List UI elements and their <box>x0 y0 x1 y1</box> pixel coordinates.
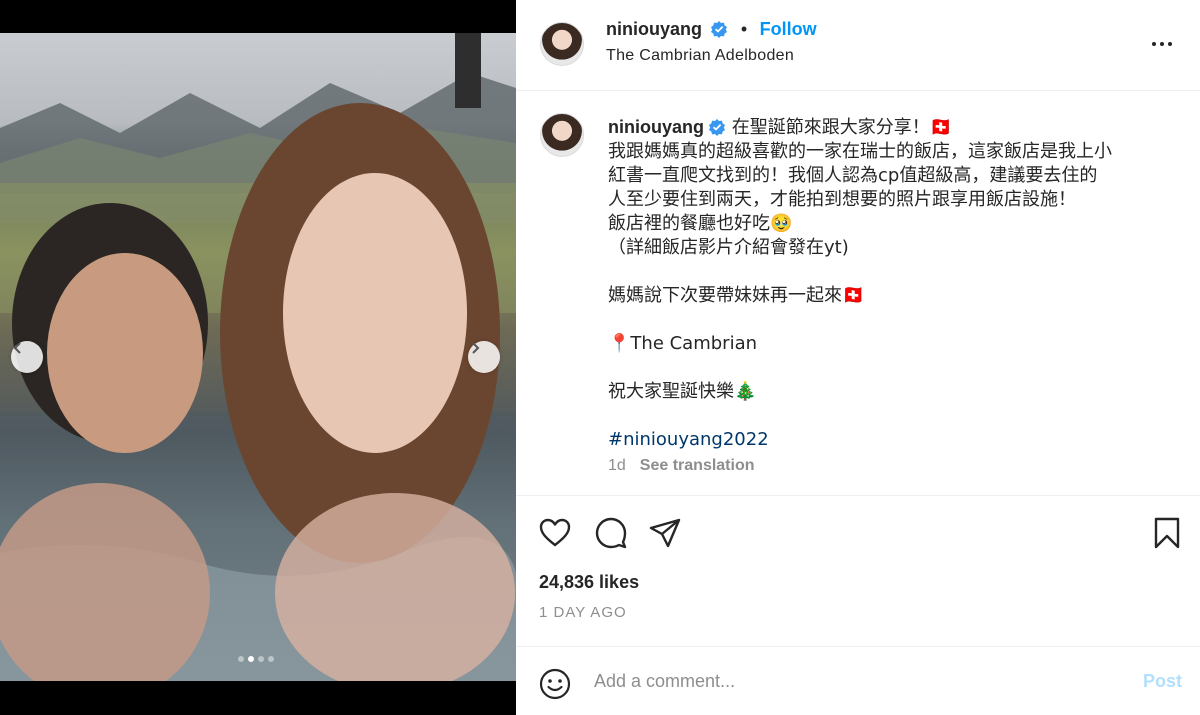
chevron-right-icon <box>472 342 480 354</box>
header-separator: • <box>740 19 748 39</box>
carousel-next-button[interactable] <box>468 341 500 373</box>
post-comment-button[interactable]: Post <box>1143 671 1182 692</box>
caption-line <box>608 356 1178 380</box>
author-username[interactable]: niniouyang <box>606 19 702 39</box>
post-location[interactable]: The Cambrian Adelboden <box>606 47 794 65</box>
carousel-indicator <box>238 656 274 662</box>
caption-hashtag[interactable]: #niniouyang2022 <box>608 428 1178 452</box>
post-timestamp: 1 DAY AGO <box>539 604 627 621</box>
caption-username[interactable]: niniouyang <box>608 117 704 137</box>
post-actions: 24,836 likes 1 DAY AGO <box>516 496 1200 647</box>
post-age: 1d <box>608 457 626 474</box>
caption-body: 我跟媽媽真的超級喜歡的一家在瑞士的飯店，這家飯店是我上小 紅書一直爬文找到的！我個… <box>608 140 1178 428</box>
caption-section: niniouyang 在聖誕節來跟大家分享！🇨🇭 我跟媽媽真的超級喜歡的一家在瑞… <box>516 91 1200 496</box>
photo-illustration <box>0 33 516 681</box>
caption-line: 紅書一直爬文找到的！我個人認為cp值超級高，建議要去住的 <box>608 165 1098 186</box>
see-translation-button[interactable]: See translation <box>640 457 755 474</box>
emoji-smiley-icon[interactable] <box>538 667 572 701</box>
author-line: niniouyang • Follow <box>606 19 817 40</box>
carousel-dot <box>248 656 254 662</box>
caption-intro: 在聖誕節來跟大家分享！🇨🇭 <box>731 117 953 138</box>
comment-composer: Add a comment... Post <box>516 647 1200 715</box>
caption-line: 飯店裡的餐廳也好吃🥹 <box>608 213 793 234</box>
caption-line: 我跟媽媽真的超級喜歡的一家在瑞士的飯店，這家飯店是我上小 <box>608 141 1112 162</box>
author-avatar[interactable] <box>540 22 584 66</box>
caption-avatar[interactable] <box>540 113 584 157</box>
paper-plane-icon[interactable] <box>648 516 682 550</box>
post-photo[interactable] <box>0 33 516 681</box>
caption-line: 📍The Cambrian <box>608 333 758 354</box>
carousel-dot <box>258 656 264 662</box>
post-media <box>0 0 516 715</box>
follow-button[interactable]: Follow <box>760 19 817 39</box>
caption-line <box>608 308 1178 332</box>
post-detail-panel: niniouyang • Follow The Cambrian Adelbod… <box>516 0 1200 715</box>
caption-line <box>608 260 1178 284</box>
carousel-dot <box>268 656 274 662</box>
verified-badge-icon <box>709 119 725 136</box>
chevron-left-icon <box>13 342 21 354</box>
comment-bubble-icon[interactable] <box>594 516 628 550</box>
heart-icon[interactable] <box>538 516 572 550</box>
caption-first-line: niniouyang 在聖誕節來跟大家分享！🇨🇭 <box>608 115 1178 140</box>
comment-input[interactable]: Add a comment... <box>594 671 735 692</box>
carousel-dot <box>238 656 244 662</box>
more-options-icon[interactable] <box>1150 32 1174 56</box>
caption-line: 人至少要住到兩天，才能拍到想要的照片跟享用飯店設施！ <box>608 189 1076 210</box>
caption-line: （詳細飯店影片介紹會發在yt) <box>608 237 849 258</box>
caption-line: 祝大家聖誕快樂🎄 <box>608 381 757 402</box>
bookmark-icon[interactable] <box>1150 516 1184 550</box>
caption-line <box>608 404 1178 428</box>
post-header: niniouyang • Follow The Cambrian Adelbod… <box>516 0 1200 91</box>
caption-meta: 1d See translation <box>608 457 755 475</box>
caption-line: 媽媽說下次要帶妹妹再一起來🇨🇭 <box>608 285 865 306</box>
verified-badge-icon <box>711 21 728 38</box>
caption-text: niniouyang 在聖誕節來跟大家分享！🇨🇭 我跟媽媽真的超級喜歡的一家在瑞… <box>608 115 1178 452</box>
carousel-prev-button[interactable] <box>11 341 43 373</box>
likes-count[interactable]: 24,836 likes <box>539 572 639 593</box>
